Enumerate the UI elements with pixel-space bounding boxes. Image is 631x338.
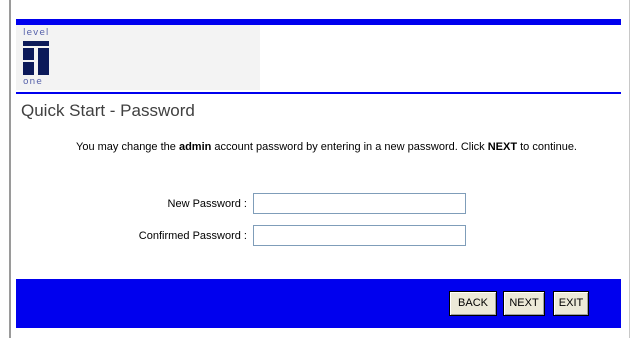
instructions-part-2: account password by entering in a new pa… bbox=[211, 141, 488, 153]
levelone-logo: level one bbox=[23, 25, 53, 87]
back-button[interactable]: BACK bbox=[449, 291, 497, 316]
confirm-password-label: Confirmed Password : bbox=[138, 230, 247, 242]
instructions-text: You may change the admin account passwor… bbox=[76, 140, 616, 155]
new-password-input[interactable] bbox=[253, 193, 466, 214]
logo-top-text: level bbox=[23, 28, 50, 38]
instructions-part-1: You may change the bbox=[76, 141, 179, 153]
next-button[interactable]: NEXT bbox=[503, 291, 545, 316]
header-divider bbox=[16, 92, 621, 94]
new-password-label: New Password : bbox=[167, 198, 247, 210]
instructions-part-3: to continue. bbox=[517, 141, 577, 153]
instructions-next: NEXT bbox=[487, 141, 518, 153]
page-title: Quick Start - Password bbox=[21, 101, 195, 120]
frame-border-left bbox=[9, 0, 11, 338]
instructions-admin: admin bbox=[178, 141, 212, 153]
quick-start-page: level one Quick Start - Password You may… bbox=[0, 0, 631, 338]
logo-mark-icon bbox=[23, 41, 49, 75]
logo-bottom-text: one bbox=[23, 77, 43, 87]
exit-button[interactable]: EXIT bbox=[553, 291, 589, 316]
confirm-password-input[interactable] bbox=[253, 225, 466, 246]
frame-border-right bbox=[629, 0, 630, 338]
